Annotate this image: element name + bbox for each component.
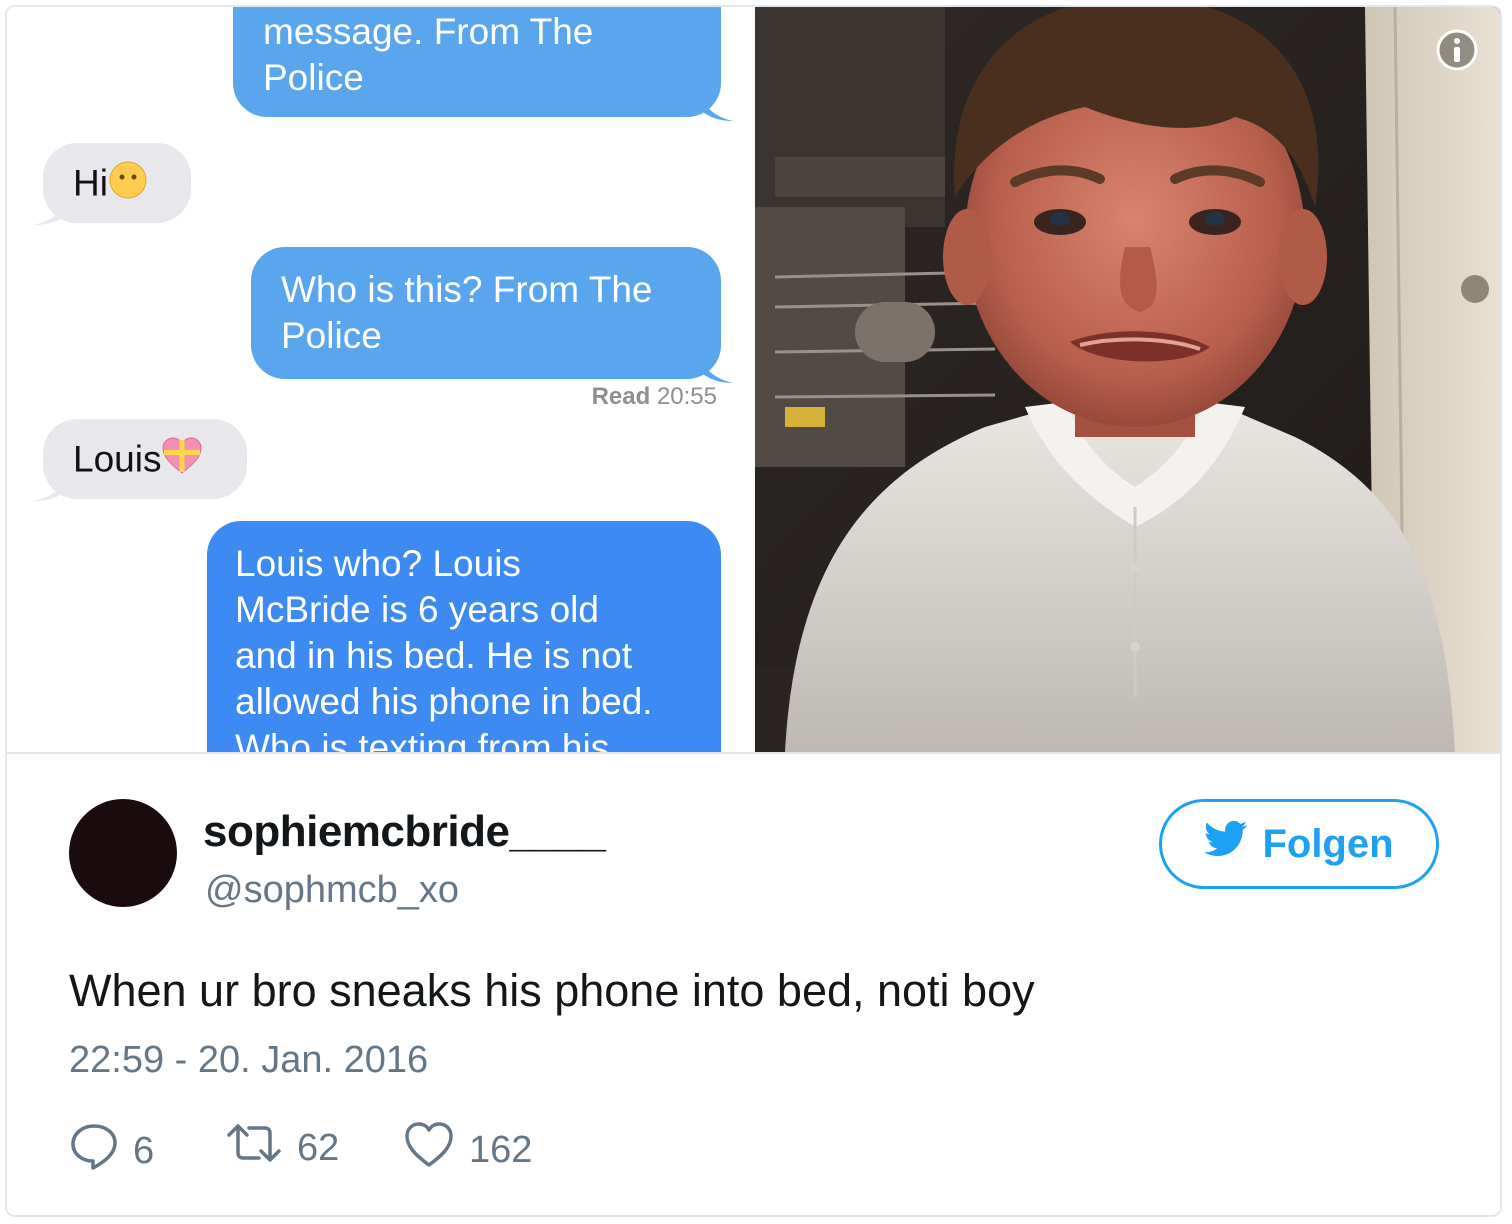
tweet-timestamp[interactable]: 22:59 - 20. Jan. 2016 bbox=[69, 1039, 428, 1082]
gift-heart-emoji bbox=[161, 436, 203, 487]
retweet-count: 62 bbox=[297, 1126, 340, 1169]
message-line: McBride is 6 years old bbox=[235, 589, 599, 630]
message-text: Louis bbox=[73, 438, 162, 480]
tweet-card: message. From The Police Hi Who is this?… bbox=[5, 5, 1502, 1217]
imessage-screenshot[interactable]: message. From The Police Hi Who is this?… bbox=[7, 7, 751, 752]
bubble-tail bbox=[697, 351, 733, 383]
retweet-icon bbox=[225, 1121, 283, 1175]
bubble-tail bbox=[33, 469, 71, 501]
reply-icon bbox=[69, 1121, 119, 1181]
no-mouth-face-emoji bbox=[108, 160, 148, 211]
message-line: message. From The bbox=[263, 11, 594, 52]
follow-label: Folgen bbox=[1262, 821, 1394, 866]
heart-icon bbox=[403, 1121, 455, 1179]
twitter-bird-icon bbox=[1204, 820, 1248, 868]
reply-action[interactable]: 6 bbox=[69, 1121, 154, 1181]
avatar[interactable] bbox=[69, 799, 177, 907]
read-receipt: Read 20:55 bbox=[592, 383, 717, 411]
message-bubble-sent: Louis who? Louis McBride is 6 years old … bbox=[207, 521, 721, 752]
info-icon[interactable] bbox=[1436, 29, 1478, 71]
message-line: Police bbox=[263, 57, 364, 98]
read-label: Read bbox=[591, 383, 651, 410]
like-count: 162 bbox=[469, 1128, 533, 1171]
message-bubble-sent: message. From The Police bbox=[233, 7, 721, 117]
message-line: Police bbox=[281, 315, 382, 356]
message-line: Who is this? From The bbox=[281, 269, 653, 310]
reply-count: 6 bbox=[133, 1129, 155, 1172]
bubble-tail bbox=[697, 89, 733, 121]
tweet-text: When ur bro sneaks his phone into bed, n… bbox=[69, 965, 1035, 1016]
boy-photo-illustration bbox=[755, 7, 1500, 752]
message-bubble-sent: Who is this? From The Police bbox=[251, 247, 721, 379]
message-line: and in his bed. He is not bbox=[235, 635, 632, 676]
boy-photo[interactable] bbox=[755, 7, 1500, 752]
message-text: Hi bbox=[73, 162, 108, 204]
follow-button[interactable]: Folgen bbox=[1159, 799, 1439, 889]
author-display-name[interactable]: sophiemcbride____ bbox=[203, 807, 606, 857]
retweet-action[interactable]: 62 bbox=[225, 1121, 339, 1175]
bubble-tail bbox=[33, 193, 71, 225]
author-handle[interactable]: @sophmcb_xo bbox=[205, 869, 459, 912]
media-border bbox=[7, 752, 1500, 754]
tweet-media[interactable]: message. From The Police Hi Who is this?… bbox=[7, 7, 1500, 752]
message-bubble-received: Louis bbox=[43, 419, 247, 499]
read-time: 20:55 bbox=[656, 383, 717, 410]
like-action[interactable]: 162 bbox=[403, 1121, 532, 1179]
message-line: Louis who? Louis bbox=[235, 543, 521, 584]
message-line: allowed his phone in bed. bbox=[235, 681, 653, 722]
message-line: Who is texting from his bbox=[235, 727, 610, 752]
